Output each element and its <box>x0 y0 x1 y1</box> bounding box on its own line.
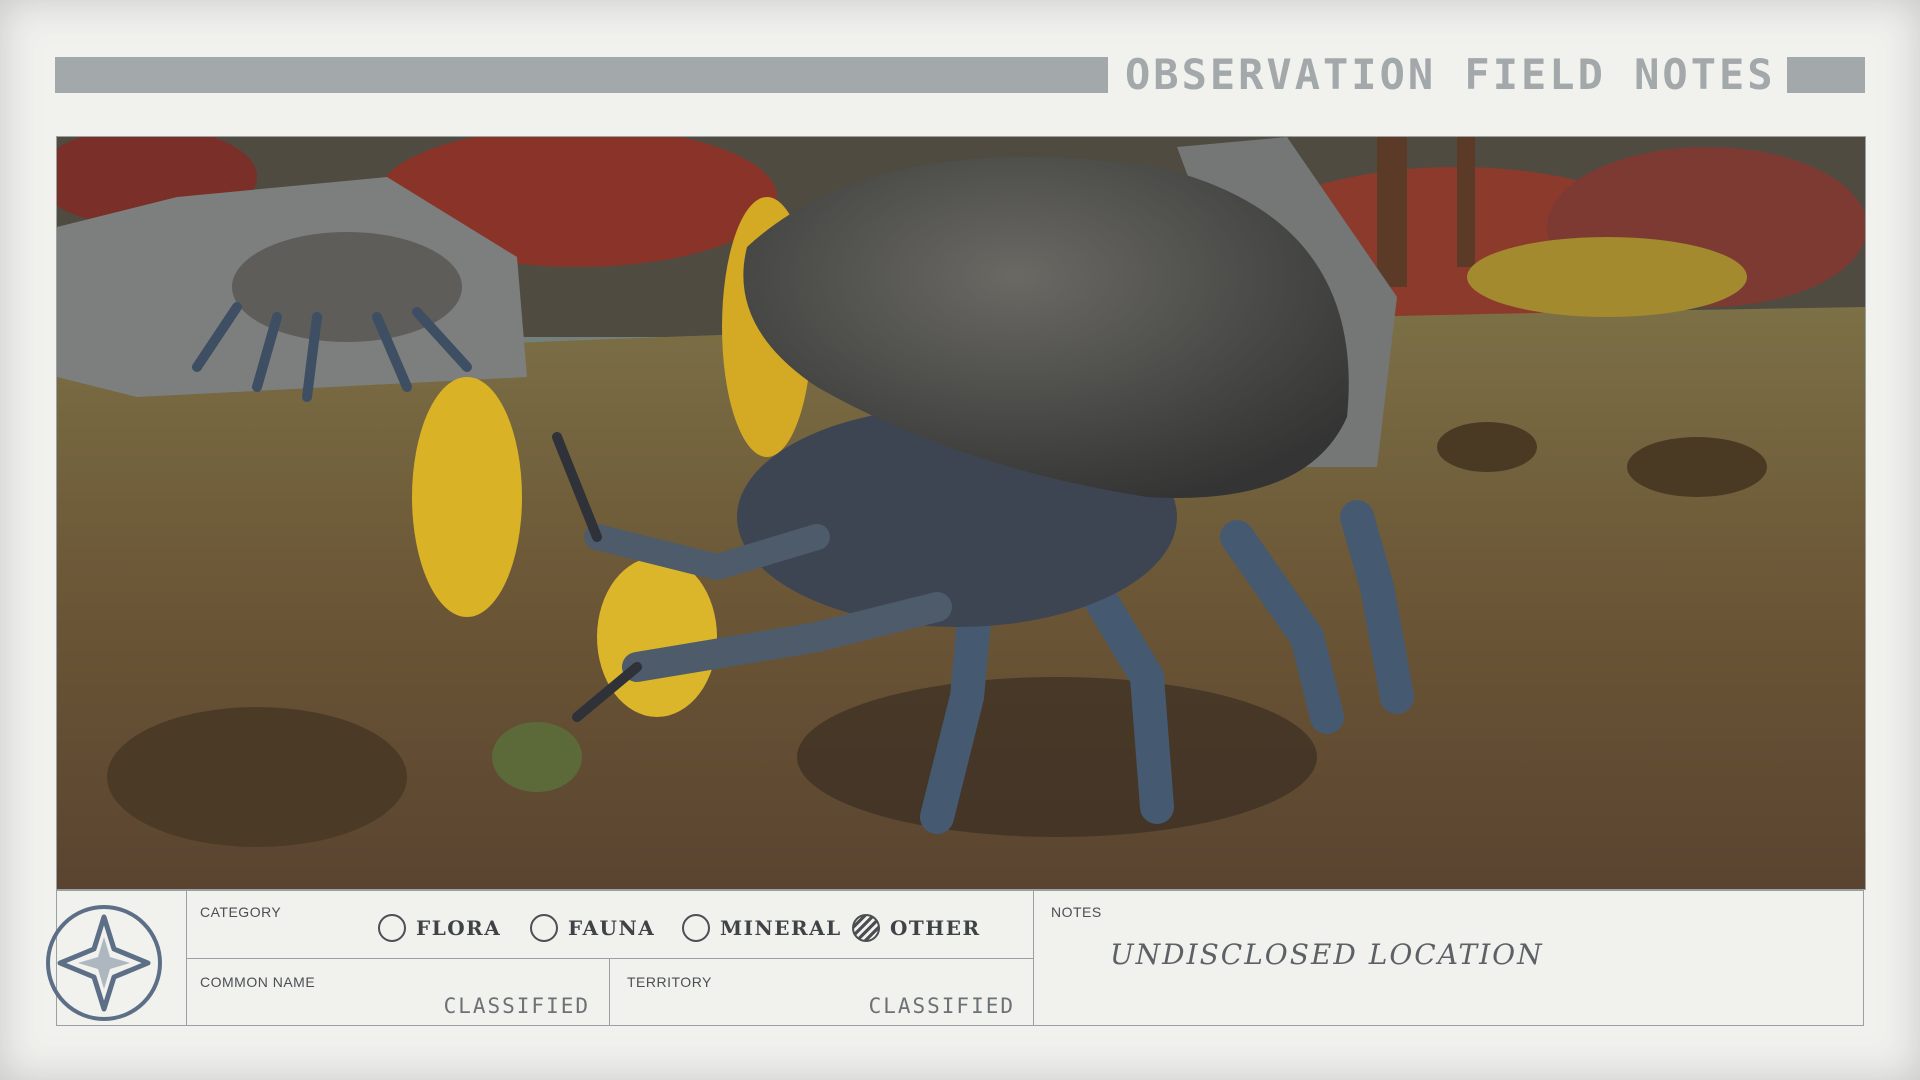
category-label: CATEGORY <box>200 904 282 920</box>
territory-label: TERRITORY <box>627 974 712 990</box>
other-radio[interactable] <box>852 914 880 942</box>
fauna-label: FAUNA <box>568 916 656 940</box>
other-label: OTHER <box>890 916 981 940</box>
territory-value: CLASSIFIED <box>868 994 1015 1018</box>
header-bar-right <box>1787 57 1865 93</box>
category-divider <box>186 958 1033 959</box>
name-territory-divider <box>609 958 610 1026</box>
field-notes-card: OBSERVATION FIELD NOTES CATEGORY FLORA F… <box>0 0 1920 1080</box>
page-title: OBSERVATION FIELD NOTES <box>1125 50 1776 99</box>
option-flora[interactable]: FLORA <box>378 912 501 944</box>
flora-radio[interactable] <box>378 914 406 942</box>
notes-divider <box>1033 890 1034 1026</box>
mineral-label: MINERAL <box>720 916 842 940</box>
fauna-radio[interactable] <box>530 914 558 942</box>
option-other[interactable]: OTHER <box>852 912 981 944</box>
option-fauna[interactable]: FAUNA <box>530 912 655 944</box>
creature-photo <box>56 136 1866 890</box>
star-emblem-icon <box>44 903 164 1023</box>
notes-value: UNDISCLOSED LOCATION <box>1110 938 1544 971</box>
common-name-label: COMMON NAME <box>200 974 316 990</box>
header-bar-left <box>55 57 1108 93</box>
mineral-radio[interactable] <box>682 914 710 942</box>
flora-label: FLORA <box>416 916 502 940</box>
option-mineral[interactable]: MINERAL <box>682 912 842 944</box>
notes-label: NOTES <box>1051 904 1102 920</box>
common-name-value: CLASSIFIED <box>443 994 590 1018</box>
